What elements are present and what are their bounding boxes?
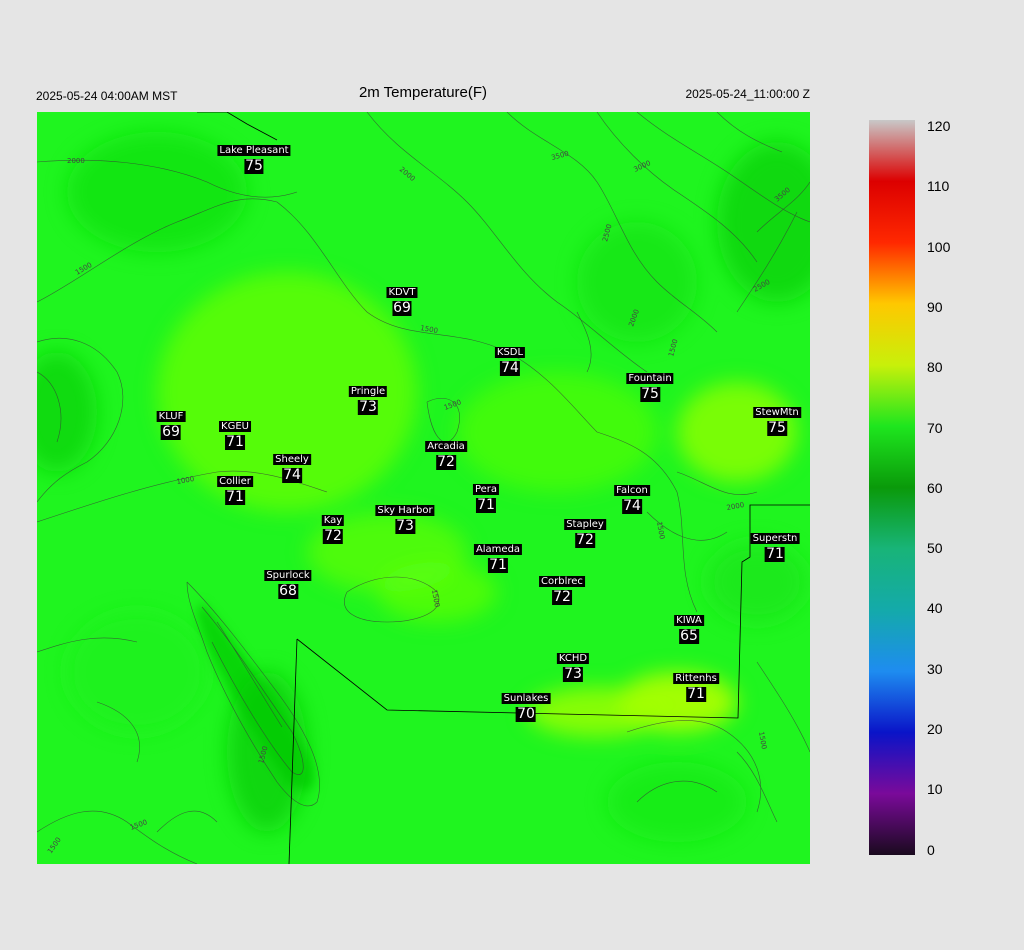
colorbar-label: 60: [927, 479, 943, 496]
colorbar-label: 10: [927, 781, 943, 798]
colorbar: [869, 120, 915, 855]
contour-label: 2000: [67, 157, 85, 165]
colorbar-label: 80: [927, 359, 943, 376]
colorbar-label: 100: [927, 238, 951, 255]
colorbar-label: 70: [927, 419, 943, 436]
colorbar-label: 90: [927, 298, 943, 315]
valid-time-utc: 2025-05-24_11:00:00 Z: [685, 87, 810, 101]
colorbar-label: 40: [927, 600, 943, 617]
colorbar-label: 110: [927, 178, 950, 195]
colorbar-gradient: [869, 120, 915, 855]
colorbar-label: 30: [927, 660, 943, 677]
colorbar-label: 50: [927, 540, 943, 557]
colorbar-label: 20: [927, 721, 943, 737]
temperature-map: 2000 1500 2000 3500 3000 2500 3500 2500 …: [37, 112, 810, 864]
colorbar-label: 120: [927, 118, 951, 134]
colorbar-label: 0: [927, 841, 935, 858]
